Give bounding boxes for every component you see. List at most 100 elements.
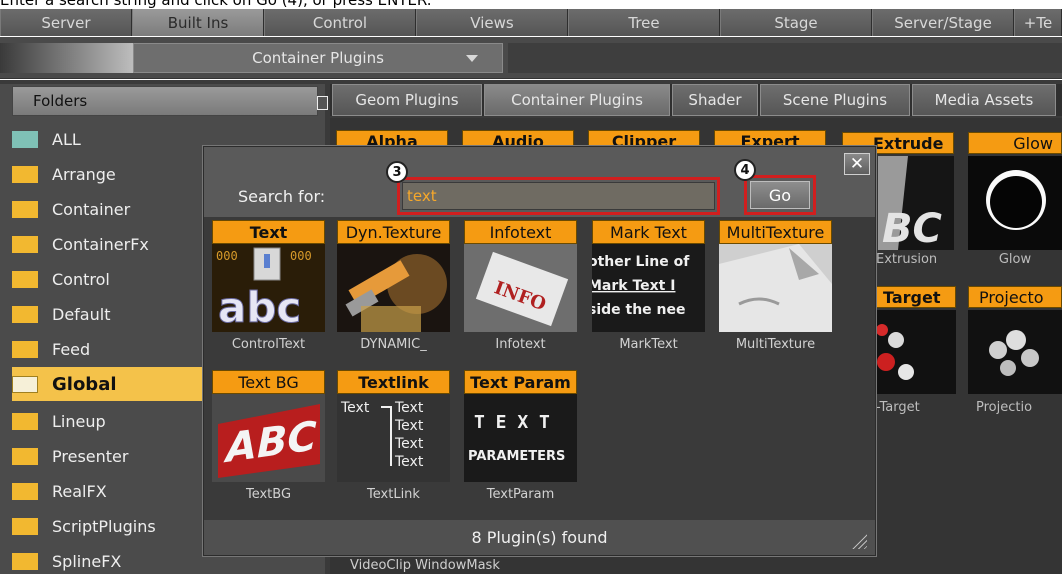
- bottom-plugins-caption: VideoClip WindowMask: [350, 557, 500, 573]
- plugin-result-text-param[interactable]: Text Param T E X T PARAMETERS TextParam: [464, 370, 577, 506]
- extrusion-caption: Extrusion: [876, 251, 938, 267]
- extrusion-thumbnail: BC: [878, 156, 954, 250]
- plugin-result-infotext[interactable]: Infotext INFO Infotext: [464, 220, 577, 356]
- plugin-category-bar: Container Plugins: [0, 37, 1062, 79]
- folder-icon: [12, 165, 38, 183]
- tab-views[interactable]: Views: [416, 9, 568, 36]
- plugin-label: Text BG: [212, 370, 325, 394]
- tab-server[interactable]: Server: [0, 9, 132, 36]
- marktext-thumbnail: other Line of Mark Text I side the nee: [592, 244, 705, 332]
- svg-text:000: 000: [290, 249, 312, 263]
- folder-label: ALL: [52, 129, 81, 149]
- plugin-result-text[interactable]: Text 000 000 abc ControlText: [212, 220, 325, 356]
- tab-stage[interactable]: Stage: [720, 9, 872, 36]
- textbg-thumbnail: ABC: [212, 394, 325, 482]
- folder-label: ScriptPlugins: [52, 516, 156, 536]
- search-label: Search for:: [238, 186, 326, 206]
- target-thumbnail: [876, 310, 956, 394]
- glow-caption: Glow: [998, 251, 1032, 267]
- folder-icon: [12, 200, 38, 218]
- plugin-name: MultiTexture: [735, 336, 816, 352]
- open-folder-icon: [12, 375, 38, 393]
- tab-te[interactable]: +Te: [1014, 9, 1062, 36]
- plugin-name: ControlText: [231, 336, 306, 352]
- dropdown-label: Container Plugins: [252, 49, 384, 67]
- subbar-fade: [0, 43, 133, 73]
- plugin-result-text-bg[interactable]: Text BG ABC TextBG: [212, 370, 325, 506]
- folder-label: Presenter: [52, 446, 129, 466]
- projection-caption: Projectio: [976, 399, 1033, 415]
- container-plugins-dropdown[interactable]: Container Plugins: [133, 43, 503, 73]
- svg-text:Mark Text I: Mark Text I: [592, 278, 675, 294]
- infotext-thumbnail: INFO: [464, 244, 577, 332]
- svg-text:BC: BC: [882, 206, 942, 250]
- plugin-glow-button[interactable]: Glow: [968, 132, 1062, 154]
- folder-label: Lineup: [52, 411, 106, 431]
- svg-text:abc: abc: [218, 283, 301, 332]
- textlink-thumbnail: Text Text Text Text Text: [337, 394, 450, 482]
- plugin-label: MultiTexture: [719, 220, 832, 244]
- tab-shader[interactable]: Shader: [672, 84, 758, 116]
- plugin-search-dialog: ✕ Search for: 3 Go 4 Text 000 000 abc Co…: [203, 146, 876, 556]
- folder-icon: [12, 482, 38, 500]
- svg-text:000: 000: [216, 249, 238, 263]
- tab-scene-plugins[interactable]: Scene Plugins: [760, 84, 910, 116]
- plugin-label: Dyn.Texture: [337, 220, 450, 244]
- callout-marker-4: 4: [734, 159, 756, 181]
- plugin-name: MarkText: [619, 336, 678, 352]
- plugin-name: DYNAMIC_: [360, 336, 427, 352]
- plugin-label: Mark Text: [592, 220, 705, 244]
- folder-label: Default: [52, 304, 111, 324]
- tab-built-ins[interactable]: Built Ins: [132, 9, 264, 36]
- search-highlight: [397, 177, 720, 215]
- tab-tree[interactable]: Tree: [568, 9, 720, 36]
- folder-icon: [12, 340, 38, 358]
- tab-media-assets[interactable]: Media Assets: [912, 84, 1056, 116]
- plugin-projector-button[interactable]: Projecto: [968, 286, 1062, 308]
- splitter-handle[interactable]: [317, 96, 328, 110]
- svg-text:side the nee: side the nee: [592, 302, 686, 318]
- plugin-result-mark-text[interactable]: Mark Text other Line of Mark Text I side…: [592, 220, 705, 356]
- search-input[interactable]: [402, 182, 715, 210]
- folder-label: Feed: [52, 339, 91, 359]
- svg-text:other Line of: other Line of: [592, 254, 690, 270]
- tab-container-plugins[interactable]: Container Plugins: [484, 84, 670, 116]
- callout-marker-3: 3: [386, 161, 408, 183]
- svg-text:PARAMETERS: PARAMETERS: [468, 449, 565, 464]
- folder-icon: [12, 305, 38, 323]
- svg-text:Text: Text: [394, 400, 424, 416]
- instruction-text: Enter a search string and click on Go (4…: [0, 0, 432, 9]
- plugin-label: Text Param: [464, 370, 577, 394]
- plugin-result-dyn-texture[interactable]: Dyn.Texture DYNAMIC_: [337, 220, 450, 356]
- folder-label: Container: [52, 199, 131, 219]
- plugin-result-textlink[interactable]: Textlink Text Text Text Text Text TextLi…: [337, 370, 450, 506]
- folder-label: RealFX: [52, 481, 107, 501]
- plugin-target-button[interactable]: Target: [876, 286, 956, 308]
- go-button[interactable]: Go: [750, 181, 810, 209]
- svg-text:Text: Text: [394, 418, 424, 434]
- search-results: Text 000 000 abc ControlText Dyn.Texture: [204, 217, 875, 520]
- projection-thumbnail: [968, 310, 1062, 394]
- target-caption: -Target: [876, 399, 920, 415]
- folder-label: Arrange: [52, 164, 116, 184]
- tab-server-stage[interactable]: Server/Stage: [872, 9, 1014, 36]
- plugin-tabs: Geom Plugins Container Plugins Shader Sc…: [330, 84, 1062, 116]
- plugin-label: Text: [212, 220, 325, 244]
- folder-label: Global: [52, 373, 117, 395]
- tab-control[interactable]: Control: [264, 9, 416, 36]
- multitexture-thumbnail: [719, 244, 832, 332]
- plugin-name: TextLink: [367, 486, 420, 502]
- dynamic-texture-thumbnail: [337, 244, 450, 332]
- close-icon[interactable]: ✕: [844, 153, 870, 175]
- folder-icon: [12, 517, 38, 535]
- folder-icon: [12, 130, 38, 148]
- plugin-name: TextParam: [486, 486, 555, 502]
- glow-thumbnail: [968, 156, 1062, 250]
- plugin-result-multitexture[interactable]: MultiTexture MultiTexture: [719, 220, 832, 356]
- folders-header: Folders: [12, 86, 318, 116]
- plugin-label: Textlink: [337, 370, 450, 394]
- folder-icon: [12, 270, 38, 288]
- svg-text:Text: Text: [394, 436, 424, 452]
- tab-geom-plugins[interactable]: Geom Plugins: [332, 84, 482, 116]
- plugin-label: Infotext: [464, 220, 577, 244]
